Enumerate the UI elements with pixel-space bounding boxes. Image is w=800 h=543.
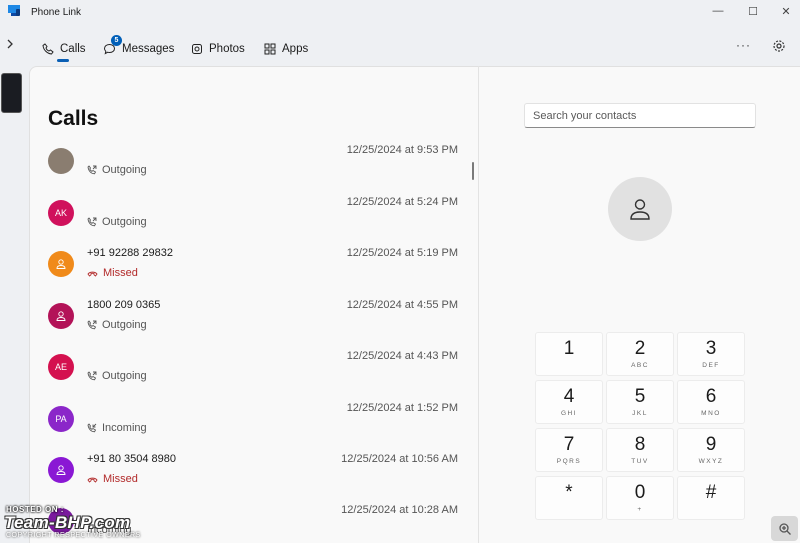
contact-avatar: PA: [48, 406, 74, 432]
dial-key-1[interactable]: 1: [535, 332, 603, 376]
dial-key-7[interactable]: 7 PQRS: [535, 428, 603, 472]
watermark-brand: Team-BHP.com: [4, 513, 131, 532]
call-name: 1800 209 0365: [87, 299, 161, 311]
call-row[interactable]: AE Outgoing 12/25/2024 at 4:43 PM: [30, 350, 470, 402]
call-row[interactable]: PA Incoming 12/25/2024 at 1:52 PM: [30, 402, 470, 454]
tab-messages-label: Messages: [122, 43, 175, 55]
call-name: +91 80 3504 8980: [87, 453, 177, 465]
person-icon: [56, 259, 66, 269]
active-tab-indicator: [57, 59, 69, 62]
photos-icon: [191, 43, 203, 55]
call-time: 12/25/2024 at 1:52 PM: [346, 402, 458, 414]
call-time: 12/25/2024 at 10:28 AM: [341, 504, 458, 516]
call-status: Outgoing: [87, 319, 147, 331]
tab-calls[interactable]: Calls: [42, 38, 86, 60]
call-status: Missed: [87, 267, 138, 279]
phone-icon: [42, 43, 54, 55]
app-title: Phone Link: [31, 7, 82, 18]
person-icon: [56, 465, 66, 475]
zoom-icon[interactable]: [771, 516, 798, 541]
dial-key-star[interactable]: *: [535, 476, 603, 520]
call-time: 12/25/2024 at 4:43 PM: [346, 350, 458, 362]
tab-bar: Calls Messages Photos Apps: [0, 30, 800, 64]
call-row[interactable]: +91 92288 29832 Missed 12/25/2024 at 5:1…: [30, 247, 470, 299]
call-status: Outgoing: [87, 216, 147, 228]
contact-avatar: AK: [48, 200, 74, 226]
tab-calls-label: Calls: [60, 43, 86, 55]
watermark: HOSTED ON : Team-BHP.com COPYRIGHT RESPE…: [2, 503, 198, 543]
phone-link-logo-icon: [7, 4, 21, 18]
dial-key-4[interactable]: 4 GHI: [535, 380, 603, 424]
dial-key-2[interactable]: 2 ABC: [606, 332, 674, 376]
search-contacts-input[interactable]: [524, 103, 756, 128]
calls-heading: Calls: [48, 107, 99, 130]
dial-key-9[interactable]: 9 WXYZ: [677, 428, 745, 472]
call-status: Outgoing: [87, 164, 147, 176]
contact-avatar: [48, 251, 74, 277]
more-options-button[interactable]: ···: [736, 38, 751, 52]
tab-apps-label: Apps: [282, 43, 309, 55]
contact-avatar: [48, 303, 74, 329]
messages-unread-badge: 5: [111, 35, 122, 46]
outgoing-call-icon: [87, 371, 97, 381]
call-time: 12/25/2024 at 9:53 PM: [346, 144, 458, 156]
contact-avatar: [48, 457, 74, 483]
outgoing-call-icon: [87, 165, 97, 175]
person-icon: [56, 311, 66, 321]
call-row[interactable]: Outgoing 12/25/2024 at 9:53 PM: [30, 144, 470, 196]
title-bar: Phone Link — ☐ ✕: [0, 0, 800, 26]
tab-photos-label: Photos: [209, 43, 245, 55]
settings-gear-icon[interactable]: [772, 39, 786, 58]
connected-phone-thumbnail[interactable]: [1, 73, 22, 113]
call-time: 12/25/2024 at 5:19 PM: [346, 247, 458, 259]
call-time: 12/25/2024 at 5:24 PM: [346, 196, 458, 208]
outgoing-call-icon: [87, 217, 97, 227]
expand-sidebar-button[interactable]: [6, 38, 20, 56]
dial-key-8[interactable]: 8 TUV: [606, 428, 674, 472]
dial-key-6[interactable]: 6 MNO: [677, 380, 745, 424]
missed-call-icon: [87, 474, 98, 484]
dial-key-0[interactable]: 0 +: [606, 476, 674, 520]
apps-icon: [264, 43, 276, 55]
contact-placeholder-avatar: [608, 177, 672, 241]
call-status: Outgoing: [87, 370, 147, 382]
call-row[interactable]: 1800 209 0365 Outgoing 12/25/2024 at 4:5…: [30, 299, 470, 351]
call-time: 12/25/2024 at 10:56 AM: [341, 453, 458, 465]
incoming-call-icon: [87, 423, 97, 433]
minimize-button[interactable]: —: [700, 0, 736, 22]
call-row[interactable]: AK Outgoing 12/25/2024 at 5:24 PM: [30, 196, 470, 248]
dial-key-3[interactable]: 3 DEF: [677, 332, 745, 376]
call-status: Missed: [87, 473, 138, 485]
outgoing-call-icon: [87, 320, 97, 330]
watermark-copyright: COPYRIGHT RESPECTIVE OWNERS: [6, 532, 141, 539]
panel-divider: [478, 66, 479, 543]
close-button[interactable]: ✕: [768, 0, 800, 22]
dial-key-hash[interactable]: #: [677, 476, 745, 520]
call-name: +91 92288 29832: [87, 247, 173, 259]
tab-photos[interactable]: Photos: [191, 38, 245, 60]
missed-call-icon: [87, 268, 98, 278]
tab-apps[interactable]: Apps: [264, 38, 308, 60]
calls-scrollbar[interactable]: [472, 162, 474, 180]
call-time: 12/25/2024 at 4:55 PM: [346, 299, 458, 311]
contact-avatar: [48, 148, 74, 174]
call-status: Incoming: [87, 422, 147, 434]
dial-key-5[interactable]: 5 JKL: [606, 380, 674, 424]
maximize-button[interactable]: ☐: [735, 0, 771, 22]
contact-avatar: AE: [48, 354, 74, 380]
person-icon: [630, 199, 650, 220]
call-row[interactable]: +91 80 3504 8980 Missed 12/25/2024 at 10…: [30, 453, 470, 505]
